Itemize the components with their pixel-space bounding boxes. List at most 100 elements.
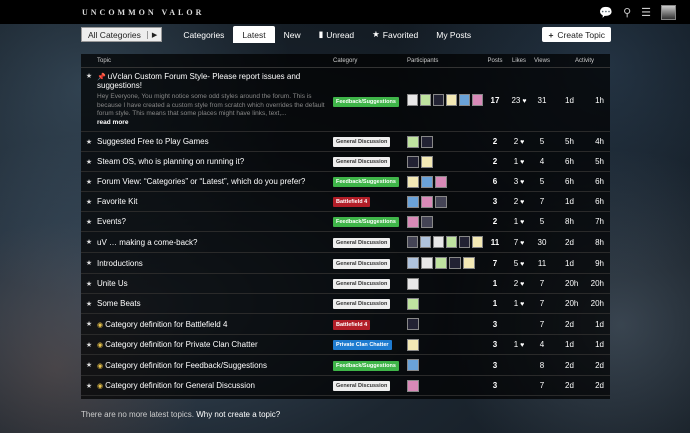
topic-title[interactable]: Category definition for Feedback/Suggest… (105, 361, 267, 370)
read-more-link[interactable]: read more (97, 119, 333, 126)
category-badge[interactable]: Feedback/Suggestions (333, 360, 399, 371)
participant-avatar[interactable] (407, 338, 419, 351)
participant-avatar[interactable] (407, 195, 419, 208)
tab-unread[interactable]: ▮ Unread (310, 26, 364, 43)
participant-avatar[interactable] (421, 215, 433, 228)
topic-title[interactable]: uVclan Custom Forum Style- Please report… (97, 72, 300, 90)
col-posts[interactable]: Posts (483, 58, 507, 64)
topic-row[interactable]: ★ Some Beats General Discussion 1 1 ♥ 7 20h 20h (81, 294, 610, 314)
create-topic-button[interactable]: + Create Topic (542, 27, 611, 42)
col-category[interactable]: Category (333, 58, 407, 64)
activity-cell[interactable]: 1d 9h (553, 259, 610, 268)
star-icon[interactable]: ★ (81, 320, 97, 328)
participant-avatar[interactable] (421, 195, 433, 208)
participant-avatar[interactable] (407, 94, 418, 106)
site-logo[interactable]: UNCOMMON VALOR (82, 8, 204, 17)
topic-title[interactable]: uV … making a come-back? (97, 238, 198, 247)
participant-avatar[interactable] (407, 379, 419, 392)
star-icon[interactable]: ★ (81, 361, 97, 369)
col-activity[interactable]: Activity (553, 58, 610, 64)
star-icon[interactable]: ★ (81, 198, 97, 206)
participant-avatar[interactable] (435, 175, 447, 188)
category-badge[interactable]: Feedback/Suggestions (333, 217, 399, 227)
topic-title[interactable]: Unite Us (97, 279, 128, 288)
category-badge[interactable]: Battlefield 4 (333, 197, 371, 207)
participant-avatar[interactable] (459, 236, 470, 248)
topic-row[interactable]: ★ Suggested Free to Play Games General Dis… (81, 132, 610, 152)
star-icon[interactable]: ★ (81, 72, 97, 80)
activity-cell[interactable]: 6h 6h (553, 177, 610, 186)
user-avatar[interactable] (661, 4, 676, 20)
participant-avatar[interactable] (472, 94, 483, 106)
participant-avatar[interactable] (421, 175, 433, 188)
topic-row[interactable]: ★ uV … making a come-back? General Discuss… (81, 232, 610, 253)
category-badge[interactable]: General Discussion (333, 299, 391, 309)
participant-avatar[interactable] (420, 94, 431, 106)
participant-avatar[interactable] (407, 236, 418, 248)
chat-icon[interactable]: 💬 (599, 6, 613, 19)
participant-avatar[interactable] (407, 215, 419, 228)
star-icon[interactable]: ★ (81, 138, 97, 146)
topic-row[interactable]: ★ Introductions General Discussion 7 5 ♥ 11 1d… (81, 253, 610, 274)
topic-row[interactable]: ★ Unite Us General Discussion 1 2 ♥ 7 20h 20h (81, 274, 610, 294)
topic-row[interactable]: ★ ◉ Category definition for Feedback/Sugge… (81, 355, 610, 376)
activity-cell[interactable]: 2d 2d (553, 381, 610, 390)
category-badge[interactable]: Feedback/Suggestions (333, 177, 399, 187)
topic-title[interactable]: Suggested Free to Play Games (97, 137, 209, 146)
participant-avatar[interactable] (421, 257, 433, 269)
col-topic[interactable]: Topic (97, 58, 333, 64)
star-icon[interactable]: ★ (81, 178, 97, 186)
topic-row[interactable]: ★ Steam OS, who is planning on running it… (81, 152, 610, 172)
topic-row[interactable]: ★ Events? Feedback/Suggestions 2 1 ♥ 5 8h 7h (81, 212, 610, 232)
participant-avatar[interactable] (407, 257, 419, 269)
topic-row[interactable]: ★ Favorite Kit Battlefield 4 3 2 ♥ 7 1d 6h (81, 192, 610, 212)
star-icon[interactable]: ★ (81, 300, 97, 308)
topic-title[interactable]: Steam OS, who is planning on running it? (97, 157, 244, 166)
participant-avatar[interactable] (421, 155, 433, 168)
activity-cell[interactable]: 1d 1d (553, 340, 610, 349)
activity-cell[interactable]: 2d 1d (553, 320, 610, 329)
topic-row[interactable]: ★ ◉ Category definition for Battlefield 4B… (81, 314, 610, 335)
participant-avatar[interactable] (420, 236, 431, 248)
col-likes[interactable]: Likes (507, 58, 531, 64)
activity-cell[interactable]: 8h 7h (553, 217, 610, 226)
participant-avatar[interactable] (463, 257, 475, 269)
tab-my-posts[interactable]: My Posts (427, 26, 480, 43)
activity-cell[interactable]: 1d 6h (553, 197, 610, 206)
topic-row[interactable]: ★ ◉ Category definition for Private Clan C… (81, 335, 610, 355)
activity-cell[interactable]: 1d 1h (553, 72, 610, 105)
participant-avatar[interactable] (433, 94, 444, 106)
participant-avatar[interactable] (407, 297, 419, 310)
participant-avatar[interactable] (433, 236, 444, 248)
activity-cell[interactable]: 2d 8h (553, 238, 610, 247)
participant-avatar[interactable] (407, 175, 419, 188)
star-icon[interactable]: ★ (81, 259, 97, 267)
star-icon[interactable]: ★ (81, 238, 97, 246)
category-badge[interactable]: Battlefield 4 (333, 319, 371, 330)
topic-title[interactable]: Introductions (97, 259, 143, 268)
activity-cell[interactable]: 20h 20h (553, 299, 610, 308)
topic-title[interactable]: Favorite Kit (97, 197, 137, 206)
participant-avatar[interactable] (407, 277, 419, 290)
tab-new[interactable]: New (275, 26, 310, 43)
topic-title[interactable]: Category definition for Battlefield 4 (105, 320, 227, 329)
participant-avatar[interactable] (472, 236, 483, 248)
participant-avatar[interactable] (459, 94, 470, 106)
participant-avatar[interactable] (421, 135, 433, 148)
participant-avatar[interactable] (446, 236, 457, 248)
participant-avatar[interactable] (446, 94, 457, 106)
topic-row[interactable]: ★ Forum View: “Categories” or “Latest”, w… (81, 172, 610, 192)
participant-avatar[interactable] (435, 195, 447, 208)
participant-avatar[interactable] (449, 257, 461, 269)
star-icon[interactable]: ★ (81, 218, 97, 226)
activity-cell[interactable]: 2d 2d (553, 361, 610, 370)
participant-avatar[interactable] (407, 135, 419, 148)
participant-avatar[interactable] (435, 257, 447, 269)
category-badge[interactable]: Private Clan Chatter (333, 340, 392, 350)
category-badge[interactable]: General Discussion (333, 258, 391, 269)
star-icon[interactable]: ★ (81, 158, 97, 166)
activity-cell[interactable]: 5h 4h (553, 137, 610, 146)
category-badge[interactable]: General Discussion (333, 381, 391, 391)
topic-title[interactable]: Some Beats (97, 299, 141, 308)
activity-cell[interactable]: 20h 20h (553, 279, 610, 288)
